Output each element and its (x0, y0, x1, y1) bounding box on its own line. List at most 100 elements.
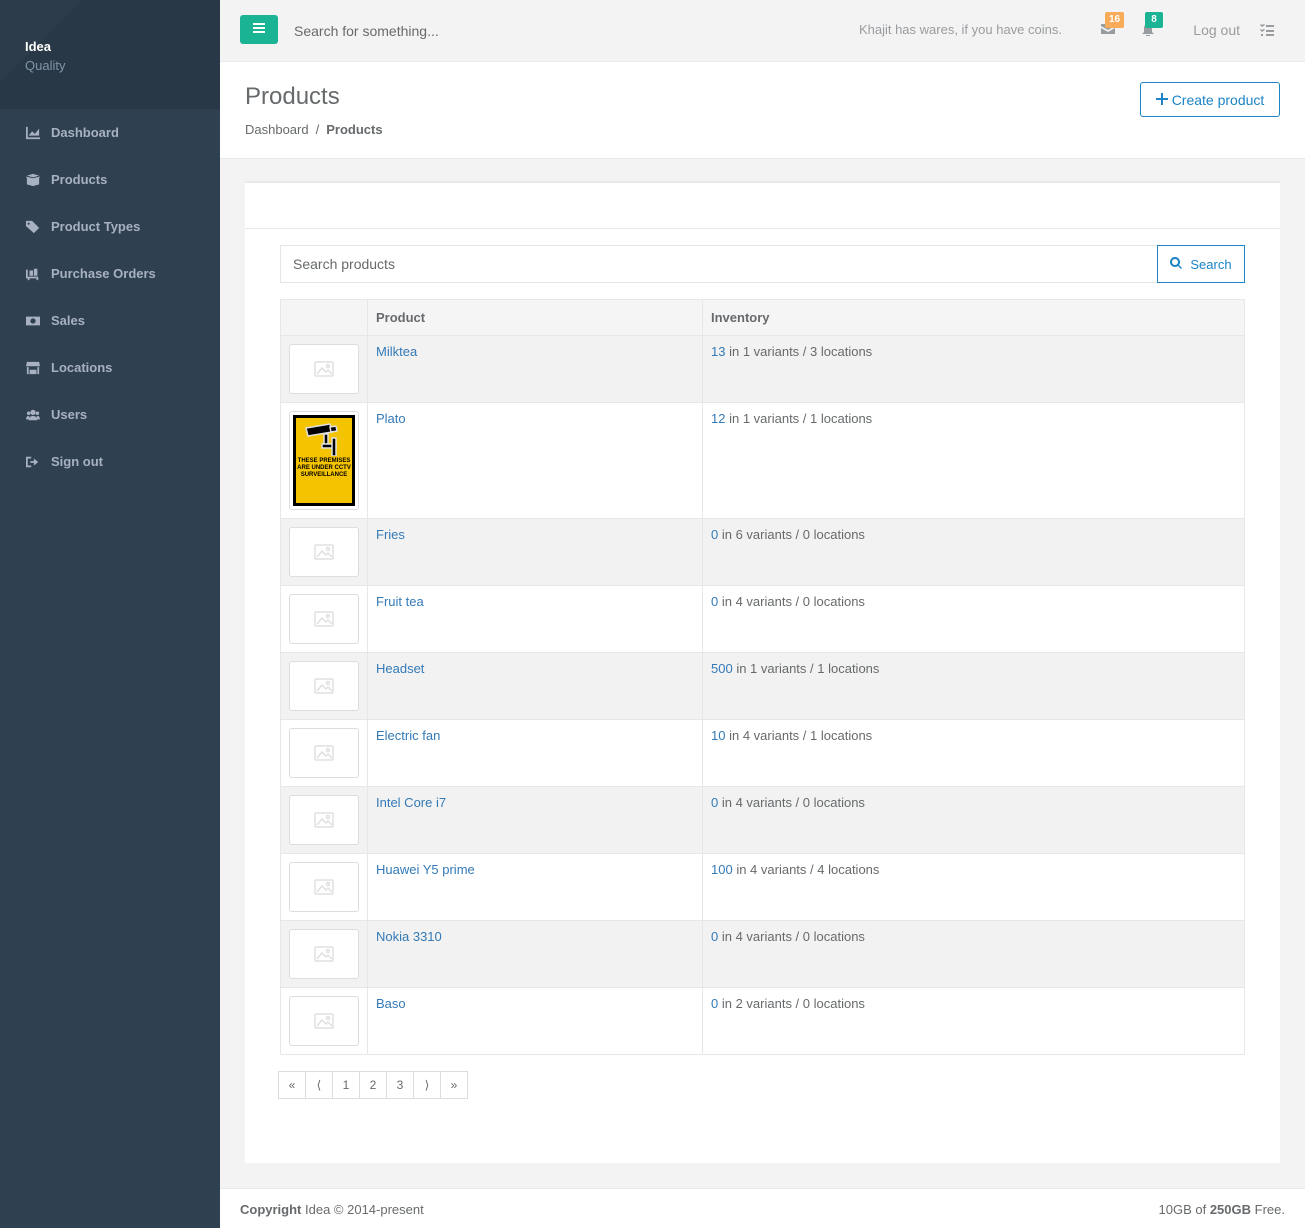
product-link[interactable]: Fries (376, 527, 405, 542)
inventory-count-link[interactable]: 0 (711, 795, 718, 810)
users-icon (25, 408, 41, 422)
product-name-cell: Intel Core i7 (367, 786, 703, 854)
table-row: Baso 0 in 2 variants / 0 locations (280, 987, 1245, 1055)
tasks-icon[interactable] (1260, 24, 1274, 40)
top-navbar: Khajit has wares, if you have coins. 16 … (220, 0, 1305, 62)
breadcrumb-products: Products (326, 122, 383, 137)
inventory-detail: in 4 variants / 0 locations (721, 929, 865, 944)
sidebar-item-sales[interactable]: Sales (0, 297, 220, 344)
inventory-detail: in 1 variants / 1 locations (736, 661, 880, 676)
product-link[interactable]: Nokia 3310 (376, 929, 442, 944)
product-link[interactable]: Intel Core i7 (376, 795, 446, 810)
panel-title-bar (245, 183, 1280, 229)
sidebar-item-products[interactable]: Products (0, 156, 220, 203)
image-placeholder-icon (289, 661, 359, 711)
sidebar-item-label: Dashboard (51, 125, 119, 140)
inventory-count-link[interactable]: 13 (711, 344, 725, 359)
pagination-first[interactable]: « (278, 1071, 306, 1099)
page-title: Products (245, 83, 340, 110)
sidebar-item-product-types[interactable]: Product Types (0, 203, 220, 250)
create-product-button[interactable]: Create product (1140, 82, 1280, 117)
product-image-cell (280, 920, 368, 988)
sidebar-nav: Dashboard Products Product Types Purchas… (0, 109, 220, 485)
sidebar-item-label: Products (51, 172, 108, 187)
cctv-sign-image: THESE PREMISES ARE UNDER CCTV SURVEILLAN… (293, 415, 355, 506)
inventory-cell: 0 in 4 variants / 0 locations (702, 786, 1245, 854)
pagination-page-1[interactable]: 1 (332, 1071, 360, 1099)
image-placeholder-icon (289, 795, 359, 845)
copyright: Copyright Idea © 2014-present (240, 1202, 424, 1217)
search-icon (1170, 256, 1190, 272)
pagination-page-3[interactable]: 3 (386, 1071, 414, 1099)
breadcrumb-separator: / (315, 122, 320, 137)
sidebar-item-sign-out[interactable]: Sign out (0, 438, 220, 485)
inventory-count-link[interactable]: 0 (711, 594, 718, 609)
alerts-button[interactable]: 8 (1141, 12, 1163, 39)
inventory-detail: in 4 variants / 1 locations (729, 728, 873, 743)
breadcrumb-dashboard[interactable]: Dashboard (245, 122, 309, 137)
storage-info: 10GB of 250GB Free. (1159, 1202, 1286, 1217)
sidebar-item-users[interactable]: Users (0, 391, 220, 438)
store-icon (25, 361, 41, 375)
menu-toggle-button[interactable] (240, 15, 278, 44)
search-button[interactable]: Search (1157, 245, 1245, 283)
sidebar-item-dashboard[interactable]: Dashboard (0, 109, 220, 156)
product-link[interactable]: Electric fan (376, 728, 440, 743)
sidebar-item-purchase-orders[interactable]: Purchase Orders (0, 250, 220, 297)
sidebar-item-label: Purchase Orders (51, 266, 156, 281)
image-placeholder-icon (289, 996, 359, 1046)
product-thumbnail[interactable]: THESE PREMISES ARE UNDER CCTV SURVEILLAN… (289, 411, 359, 510)
inventory-detail: in 4 variants / 0 locations (721, 594, 865, 609)
product-name-cell: Headset (367, 652, 703, 720)
pagination-page-2[interactable]: 2 (359, 1071, 387, 1099)
plus-icon (1155, 92, 1172, 108)
cctv-sign-text: THESE PREMISES ARE UNDER CCTV SURVEILLAN… (297, 458, 351, 478)
top-search-input[interactable] (294, 19, 594, 43)
inventory-count-link[interactable]: 0 (711, 929, 718, 944)
product-name-cell: Plato (367, 402, 703, 519)
table-row: Headset 500 in 1 variants / 1 locations (280, 652, 1245, 720)
column-header-inventory: Inventory (702, 299, 1245, 336)
inventory-count-link[interactable]: 0 (711, 527, 718, 542)
image-placeholder-icon (289, 527, 359, 577)
inventory-cell: 0 in 4 variants / 0 locations (702, 585, 1245, 653)
pagination-last[interactable]: » (440, 1071, 468, 1099)
inventory-cell: 12 in 1 variants / 1 locations (702, 402, 1245, 519)
pagination-next[interactable]: ⟩ (413, 1071, 441, 1099)
product-link[interactable]: Plato (376, 411, 406, 426)
welcome-message: Khajit has wares, if you have coins. (858, 22, 1062, 37)
product-link[interactable]: Headset (376, 661, 424, 676)
product-link[interactable]: Fruit tea (376, 594, 424, 609)
inventory-count-link[interactable]: 10 (711, 728, 725, 743)
sidebar-item-locations[interactable]: Locations (0, 344, 220, 391)
messages-button[interactable]: 16 (1101, 12, 1125, 39)
product-image-cell (280, 987, 368, 1055)
product-name-cell: Huawei Y5 prime (367, 853, 703, 921)
sidebar-item-label: Sales (51, 313, 85, 328)
product-search-input[interactable] (280, 245, 1157, 283)
table-row: Nokia 3310 0 in 4 variants / 0 locations (280, 920, 1245, 988)
image-placeholder-icon (289, 728, 359, 778)
product-link[interactable]: Huawei Y5 prime (376, 862, 475, 877)
pagination-prev[interactable]: ⟨ (305, 1071, 333, 1099)
product-image-cell (280, 786, 368, 854)
storage-used: 10GB of (1158, 1202, 1207, 1217)
footer: Copyright Idea © 2014-present 10GB of 25… (220, 1188, 1305, 1228)
product-image-cell: THESE PREMISES ARE UNDER CCTV SURVEILLAN… (280, 402, 368, 519)
table-row: Intel Core i7 0 in 4 variants / 0 locati… (280, 786, 1245, 854)
column-header-product: Product (367, 299, 703, 336)
hamburger-icon (253, 22, 265, 37)
inventory-count-link[interactable]: 100 (711, 862, 733, 877)
product-link[interactable]: Baso (376, 996, 406, 1011)
inventory-count-link[interactable]: 12 (711, 411, 725, 426)
page-heading: Products Dashboard / Products Create produ… (220, 62, 1305, 159)
product-link[interactable]: Milktea (376, 344, 417, 359)
sidebar-item-label: Locations (51, 360, 113, 375)
product-search: Search (280, 245, 1245, 283)
logout-link[interactable]: Log out (1193, 22, 1240, 38)
products-panel: Search Product Inventory Milktea 13 in 1… (245, 181, 1280, 1163)
product-name-cell: Fruit tea (367, 585, 703, 653)
inventory-count-link[interactable]: 500 (711, 661, 733, 676)
inventory-count-link[interactable]: 0 (711, 996, 718, 1011)
product-name-cell: Milktea (367, 335, 703, 403)
